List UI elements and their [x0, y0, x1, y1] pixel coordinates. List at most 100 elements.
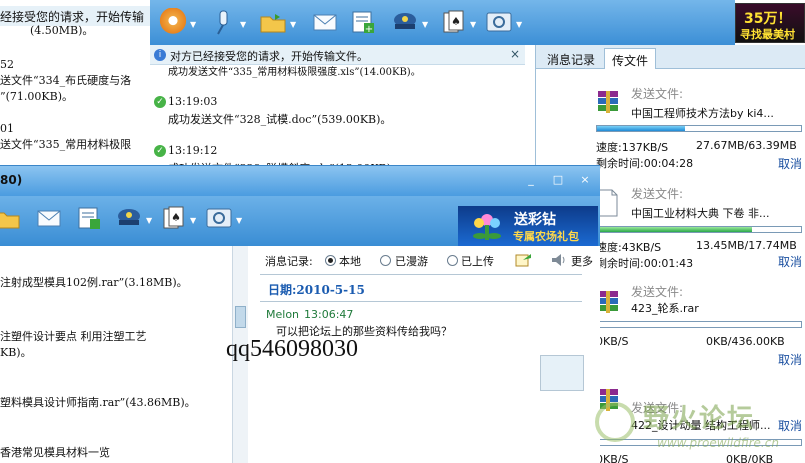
- radio-uploaded-label[interactable]: 已上传: [461, 253, 494, 269]
- folder-icon[interactable]: [258, 8, 288, 36]
- transfer-label: 发送文件:: [631, 285, 684, 299]
- middle-chat-window: ▼ ▼ ▼ + ▼ ♠ ▼ ▼ i 对方已经接受您的请求，开始传输文件。 × 成: [150, 0, 530, 175]
- cancel-transfer-link[interactable]: 取消: [778, 351, 802, 368]
- message-sender: Melon: [266, 308, 300, 321]
- settings-icon[interactable]: [484, 8, 514, 36]
- svg-text:+: +: [365, 24, 373, 35]
- police-hat-icon[interactable]: [114, 204, 144, 232]
- chevron-down-icon[interactable]: ▼: [422, 20, 430, 29]
- video-call-icon[interactable]: [158, 8, 188, 36]
- chat-message: 成功发送文件“328_试模.doc”(539.00KB)。: [168, 113, 392, 126]
- top-ad-banner[interactable]: 35万！ 寻找最美村: [735, 3, 805, 43]
- more-link[interactable]: 更多: [571, 253, 593, 269]
- back-line: 送文件“335_常用材料极限: [0, 138, 132, 151]
- police-hat-icon[interactable]: [390, 8, 420, 36]
- minimize-icon[interactable]: _: [523, 173, 539, 187]
- transfer-speed: 速度:43KB/S: [596, 241, 662, 254]
- radio-local-label[interactable]: 本地: [339, 253, 361, 269]
- chevron-down-icon[interactable]: ▼: [470, 20, 478, 29]
- history-label: 消息记录:: [265, 255, 313, 268]
- chat-timestamp: 13:19:12: [168, 144, 218, 157]
- tab-message-history[interactable]: 消息记录: [540, 48, 602, 69]
- chat-message: 塑料模具设计师指南.rar”(43.86MB)。: [0, 396, 196, 409]
- radio-roamed-label[interactable]: 已漫游: [395, 253, 428, 269]
- close-icon[interactable]: ×: [577, 173, 593, 187]
- chevron-down-icon[interactable]: ▼: [236, 216, 244, 225]
- radio-local[interactable]: [325, 255, 336, 266]
- chevron-down-icon[interactable]: ▼: [240, 20, 248, 29]
- chevron-down-icon[interactable]: ▼: [146, 216, 154, 225]
- window-title: 80): [0, 173, 23, 187]
- ad-text: 专属农场礼包: [513, 230, 579, 243]
- message-time: 13:06:47: [304, 308, 354, 321]
- watermark-text: 野火论坛: [643, 404, 756, 434]
- transfer-file-name: 423_轮系.rar: [631, 302, 699, 315]
- game-cards-icon[interactable]: ♠: [158, 204, 188, 232]
- folder-icon[interactable]: [0, 204, 22, 232]
- gift-ad-banner[interactable]: 送彩钻 专属农场礼包: [458, 206, 598, 246]
- notepad-icon[interactable]: [74, 204, 104, 232]
- chevron-down-icon[interactable]: ▼: [516, 20, 524, 29]
- image-placeholder: [540, 355, 584, 391]
- side-panel-tabs: 消息记录 传文件: [536, 45, 805, 69]
- transfer-remaining: 剩余时间:00:04:28: [596, 157, 694, 170]
- game-cards-icon[interactable]: ♠: [438, 8, 468, 36]
- back-chat-window: 经接受您的请求，开始传输 (4.50MB)。 52 送文件“334_布氏硬度与洛…: [0, 0, 150, 175]
- speaker-icon[interactable]: [551, 253, 567, 267]
- transfer-item: 发送文件: 中国工程师技术方法by ki4... 速度:137KB/S 27.6…: [536, 83, 805, 171]
- tab-file-transfer[interactable]: 传文件: [604, 48, 657, 69]
- cancel-transfer-link[interactable]: 取消: [778, 253, 802, 270]
- chat-timestamp: 13:19:03: [168, 95, 218, 108]
- success-check-icon: ✓: [154, 96, 166, 108]
- watermark: 野火论坛 www.proewildfire.cn: [595, 398, 800, 458]
- email-icon[interactable]: [310, 8, 340, 36]
- transfer-progress-bar: [596, 226, 802, 233]
- radio-uploaded[interactable]: [447, 255, 458, 266]
- chat-message: 注射成型模具102例.rar”(3.18MB)。: [0, 276, 188, 289]
- back-line: 01: [0, 122, 14, 135]
- history-date: 日期:2010-5-15: [268, 283, 365, 297]
- front-title-bar[interactable]: 80) _ □ ×: [0, 166, 600, 196]
- chat-message: 香港常见模具材料一览: [0, 446, 110, 459]
- email-icon[interactable]: [34, 204, 64, 232]
- watermark-logo: [595, 402, 635, 442]
- transfer-size: 0KB/436.00KB: [706, 335, 785, 348]
- chevron-down-icon[interactable]: ▼: [190, 216, 198, 225]
- chat-message: 成功发送文件“335_常用材料极限强度.xls”(14.00KB)。: [168, 67, 421, 78]
- transfer-file-name: 中国工业材料大典 下卷 非...: [631, 207, 770, 220]
- ad-text: 35万！: [744, 11, 792, 27]
- divider: [260, 301, 582, 302]
- cancel-transfer-link[interactable]: 取消: [778, 155, 802, 172]
- notepad-icon[interactable]: +: [348, 8, 378, 36]
- settings-icon[interactable]: [204, 204, 234, 232]
- chat-message: 注塑件设计要点 利用注塑工艺: [0, 330, 147, 343]
- transfer-progress-bar: [596, 125, 802, 132]
- transfer-progress-bar: [596, 321, 802, 328]
- maximize-icon[interactable]: □: [550, 173, 566, 187]
- svg-text:♠: ♠: [171, 211, 181, 224]
- microphone-icon[interactable]: [208, 8, 238, 36]
- transfer-label: 发送文件:: [631, 87, 684, 101]
- radio-roamed[interactable]: [380, 255, 391, 266]
- back-line: (4.50MB)。: [30, 24, 94, 37]
- history-content: 日期:2010-5-15 Melon 13:06:47 可以把论坛上的那些资料传…: [260, 274, 584, 463]
- transfer-speed: 0KB/S: [596, 335, 629, 348]
- scrollbar-thumb[interactable]: [235, 306, 246, 328]
- transfer-remaining: 剩余时间:00:01:43: [596, 257, 694, 270]
- front-chat-window: 80) _ □ × ▼ ♠ ▼ ▼ 送彩钻 专属农场礼包 注射成型模具102例.…: [0, 165, 600, 463]
- export-icon[interactable]: [515, 252, 533, 268]
- success-check-icon: ✓: [154, 145, 166, 157]
- back-line: ”(71.00KB)。: [0, 90, 73, 103]
- chevron-down-icon[interactable]: ▼: [290, 20, 298, 29]
- close-notice-icon[interactable]: ×: [510, 47, 520, 61]
- rar-archive-icon: [598, 91, 618, 113]
- middle-toolbar: ▼ ▼ ▼ + ▼ ♠ ▼ ▼: [150, 0, 530, 45]
- history-toolbar: 消息记录: 本地 已漫游 已上传 更多: [255, 250, 595, 272]
- transfer-label: 发送文件:: [631, 187, 684, 201]
- chat-message: KB)。: [0, 346, 32, 359]
- ad-text: 寻找最美村: [740, 28, 795, 41]
- chevron-down-icon[interactable]: ▼: [190, 20, 198, 29]
- ad-text: 送彩钻: [514, 212, 556, 228]
- middle-notice-text: 对方已经接受您的请求，开始传输文件。: [170, 50, 368, 63]
- back-line: 送文件“334_布氏硬度与洛: [0, 74, 132, 87]
